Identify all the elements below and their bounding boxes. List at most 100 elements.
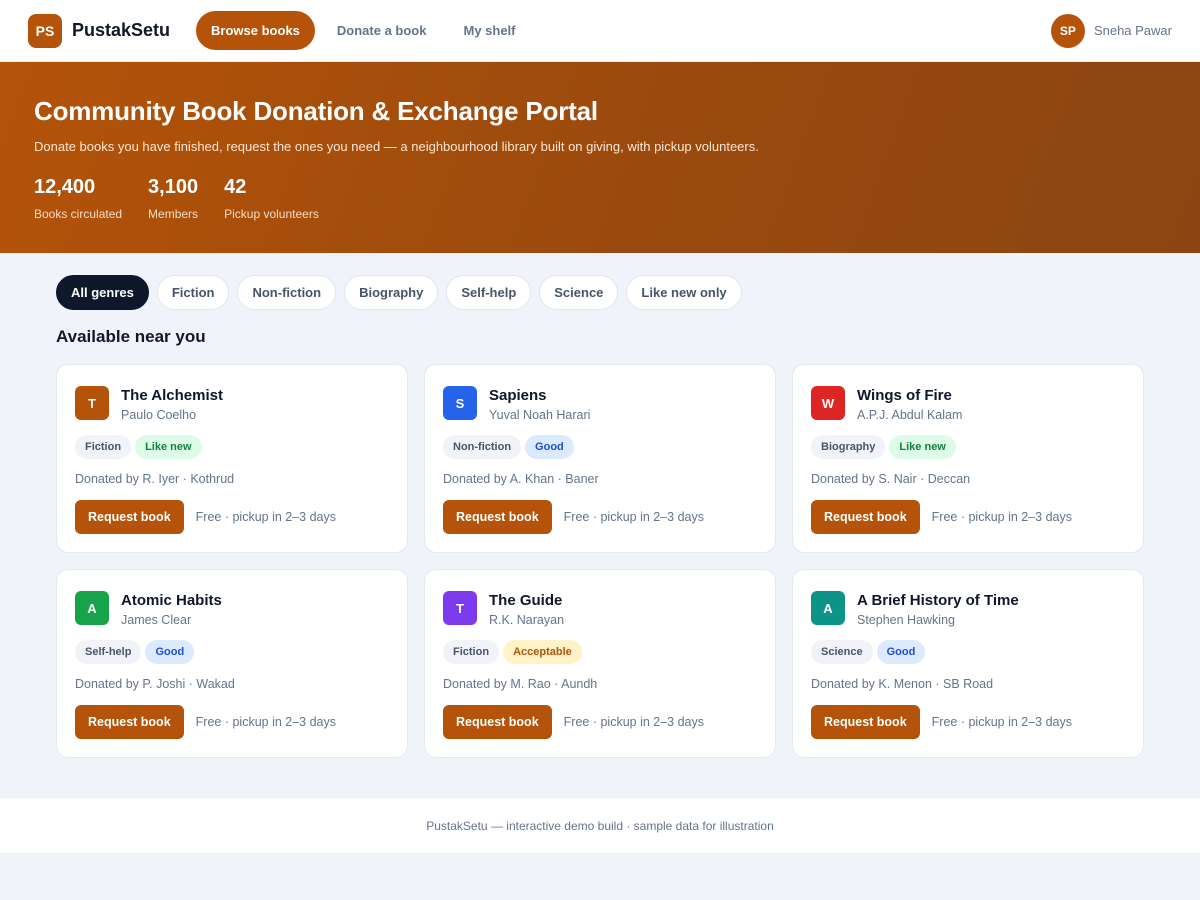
stat-pickup-volunteers: 42 Pickup volunteers xyxy=(224,176,319,221)
nav-my-shelf[interactable]: My shelf xyxy=(448,11,530,50)
stat-label: Books circulated xyxy=(34,207,123,221)
donor-info: Donated by M. Rao · Aundh xyxy=(443,677,598,691)
book-cover-icon: A xyxy=(75,591,109,625)
genre-badge: Self-help xyxy=(75,640,142,664)
stat-value: 3,100 xyxy=(148,176,199,198)
pickup-info: Free · pickup in 2–3 days xyxy=(195,715,337,729)
logo-badge[interactable]: PS xyxy=(28,13,62,48)
user-name[interactable]: Sneha Pawar xyxy=(1094,23,1172,38)
avatar[interactable]: SP xyxy=(1050,13,1085,48)
filter-biography[interactable]: Biography xyxy=(344,275,439,310)
book-title[interactable]: Sapiens xyxy=(489,387,590,404)
genre-badge: Fiction xyxy=(443,640,500,664)
book-cover-icon: A xyxy=(811,591,845,625)
nav-donate-a-book[interactable]: Donate a book xyxy=(322,11,442,50)
book-tags: Science Good xyxy=(811,640,1125,664)
book-card: S Sapiens Yuval Noah Harari Non-fiction … xyxy=(424,364,776,553)
card-titles: Wings of Fire A.P.J. Abdul Kalam xyxy=(857,386,962,422)
pickup-info: Free · pickup in 2–3 days xyxy=(931,510,1073,524)
user-menu[interactable]: SP Sneha Pawar xyxy=(1050,13,1172,48)
genre-badge: Biography xyxy=(811,435,886,459)
book-author: James Clear xyxy=(121,613,192,627)
book-card: A Atomic Habits James Clear Self-help Go… xyxy=(56,569,408,758)
main-nav: Browse books Donate a book My shelf xyxy=(196,11,537,50)
pickup-info: Free · pickup in 2–3 days xyxy=(195,510,337,524)
top-navigation-bar: PS PustakSetu Browse books Donate a book… xyxy=(0,0,1200,62)
card-header: S Sapiens Yuval Noah Harari xyxy=(443,386,757,422)
stats-row: 12,400 Books circulated 3,100 Members 42… xyxy=(34,176,1166,221)
book-author: Stephen Hawking xyxy=(857,613,955,627)
request-book-button[interactable]: Request book xyxy=(811,705,920,739)
genre-badge: Non-fiction xyxy=(443,435,522,459)
card-titles: Atomic Habits James Clear xyxy=(121,591,222,627)
book-tags: Biography Like new xyxy=(811,435,1125,459)
genre-badge: Science xyxy=(811,640,873,664)
book-cover-icon: S xyxy=(443,386,477,420)
book-author: Yuval Noah Harari xyxy=(489,408,591,422)
pickup-info: Free · pickup in 2–3 days xyxy=(563,510,705,524)
book-author: Paulo Coelho xyxy=(121,408,197,422)
nav-browse-books[interactable]: Browse books xyxy=(196,11,315,50)
footer-text: PustakSetu — interactive demo build · sa… xyxy=(426,818,774,833)
book-title[interactable]: The Alchemist xyxy=(121,387,223,404)
book-title[interactable]: A Brief History of Time xyxy=(857,592,1019,609)
request-book-button[interactable]: Request book xyxy=(75,705,184,739)
book-tags: Fiction Like new xyxy=(75,435,389,459)
request-book-button[interactable]: Request book xyxy=(75,500,184,534)
book-tags: Self-help Good xyxy=(75,640,389,664)
request-book-button[interactable]: Request book xyxy=(443,705,552,739)
card-titles: A Brief History of Time Stephen Hawking xyxy=(857,591,1019,627)
book-card: T The Alchemist Paulo Coelho Fiction Lik… xyxy=(56,364,408,553)
filter-science[interactable]: Science xyxy=(539,275,619,310)
donor-info: Donated by R. Iyer · Kothrud xyxy=(75,472,235,486)
filter-fiction[interactable]: Fiction xyxy=(156,275,230,310)
card-footer: Request book Free · pickup in 2–3 days xyxy=(443,705,757,739)
stat-members: 3,100 Members xyxy=(148,176,198,221)
card-header: T The Guide R.K. Narayan xyxy=(443,591,757,627)
donor-info: Donated by K. Menon · SB Road xyxy=(811,677,994,691)
book-title[interactable]: Atomic Habits xyxy=(121,592,222,609)
request-book-button[interactable]: Request book xyxy=(811,500,920,534)
card-titles: The Alchemist Paulo Coelho xyxy=(121,386,223,422)
book-author: R.K. Narayan xyxy=(489,613,565,627)
stat-books-circulated: 12,400 Books circulated xyxy=(34,176,122,221)
brand-name[interactable]: PustakSetu xyxy=(72,20,170,41)
genre-badge: Fiction xyxy=(75,435,132,459)
card-header: A Atomic Habits James Clear xyxy=(75,591,389,627)
book-cover-icon: W xyxy=(811,386,845,420)
stat-label: Members xyxy=(148,207,199,221)
card-footer: Request book Free · pickup in 2–3 days xyxy=(75,705,389,739)
book-grid: T The Alchemist Paulo Coelho Fiction Lik… xyxy=(56,364,1144,758)
filter-like-new-only[interactable]: Like new only xyxy=(626,275,742,310)
page-footer: PustakSetu — interactive demo build · sa… xyxy=(0,797,1200,853)
condition-badge: Acceptable xyxy=(503,640,582,664)
filter-non-fiction[interactable]: Non-fiction xyxy=(237,275,337,310)
card-titles: The Guide R.K. Narayan xyxy=(489,591,564,627)
section-title: Available near you xyxy=(56,327,206,346)
stat-value: 12,400 xyxy=(34,176,96,198)
condition-badge: Like new xyxy=(135,435,202,459)
book-title[interactable]: The Guide xyxy=(489,592,564,609)
donor-info: Donated by S. Nair · Deccan xyxy=(811,472,971,486)
book-card: W Wings of Fire A.P.J. Abdul Kalam Biogr… xyxy=(792,364,1144,553)
stat-value: 42 xyxy=(224,176,247,198)
card-header: A A Brief History of Time Stephen Hawkin… xyxy=(811,591,1125,627)
card-footer: Request book Free · pickup in 2–3 days xyxy=(811,705,1125,739)
filter-self-help[interactable]: Self-help xyxy=(446,275,532,310)
card-header: T The Alchemist Paulo Coelho xyxy=(75,386,389,422)
request-book-button[interactable]: Request book xyxy=(443,500,552,534)
book-title[interactable]: Wings of Fire xyxy=(857,387,962,404)
book-cover-icon: T xyxy=(75,386,109,420)
card-header: W Wings of Fire A.P.J. Abdul Kalam xyxy=(811,386,1125,422)
book-cover-icon: T xyxy=(443,591,477,625)
page-title: Community Book Donation & Exchange Porta… xyxy=(34,96,598,126)
book-author: A.P.J. Abdul Kalam xyxy=(857,408,963,422)
donor-info: Donated by P. Joshi · Wakad xyxy=(75,677,235,691)
main-content: All genres Fiction Non-fiction Biography… xyxy=(0,253,1200,758)
condition-badge: Good xyxy=(145,640,195,664)
card-footer: Request book Free · pickup in 2–3 days xyxy=(811,500,1125,534)
condition-badge: Good xyxy=(525,435,574,459)
filter-all-genres[interactable]: All genres xyxy=(56,275,149,310)
genre-filter-chips: All genres Fiction Non-fiction Biography… xyxy=(56,275,1144,310)
stat-label: Pickup volunteers xyxy=(224,207,319,221)
